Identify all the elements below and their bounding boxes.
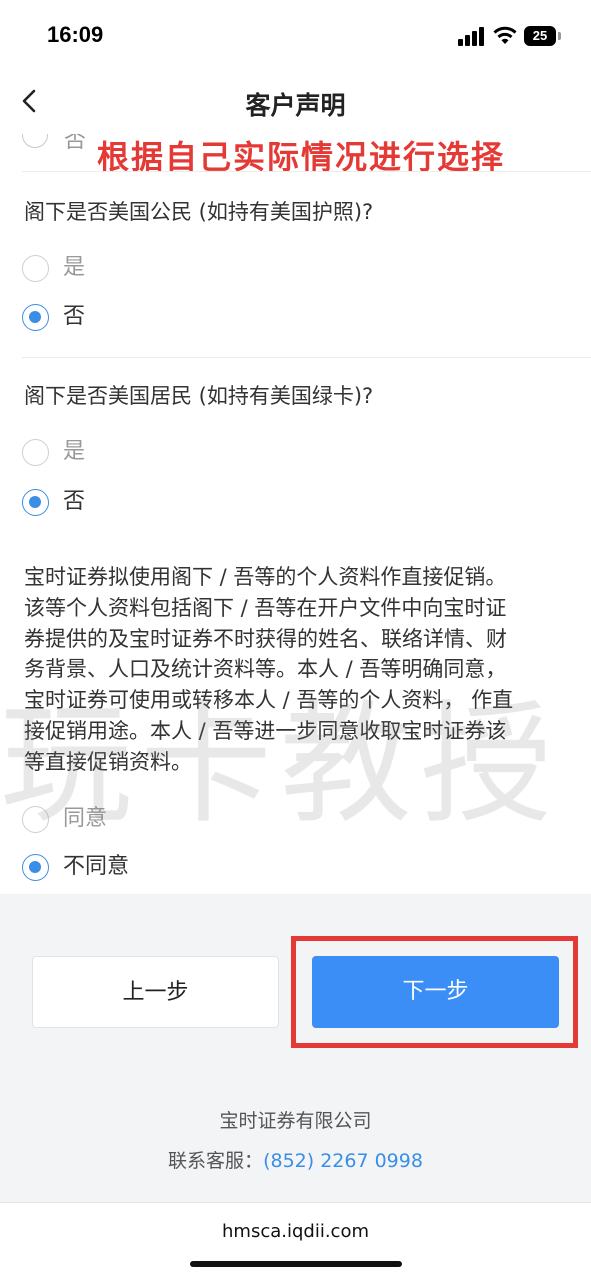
divider (22, 357, 591, 358)
consent-line: 券提供的及宝时证券不时获得的姓名、联络详情、财 (24, 626, 507, 651)
consent-line: 等直接促销资料。 (24, 749, 192, 774)
question-us-citizen: 阁下是否美国公民 (如持有美国护照)? (24, 200, 374, 224)
contact-phone-link[interactable]: (852) 2267 0998 (263, 1150, 423, 1172)
consent-line: 宝时证券拟使用阁下 / 吾等的个人资料作直接促销。 (24, 565, 507, 589)
radio-partial-label: 否 (64, 134, 87, 153)
consent-line: 务背景、人口及统计资料等。本人 / 吾等明确同意， (24, 657, 507, 682)
consent-paragraph: 宝时证券拟使用阁下 / 吾等的个人资料作直接促销。 该等个人资料包括阁下 / 吾… (24, 562, 572, 778)
declaration-form[interactable]: 否 根据自己实际情况进行选择 阁下是否美国公民 (如持有美国护照)? 是 否 阁… (0, 134, 591, 894)
prev-step-button[interactable]: 上一步 (32, 956, 279, 1028)
page-title: 客户声明 (245, 91, 346, 120)
question-us-resident: 阁下是否美国居民 (如持有美国绿卡)? (24, 384, 374, 408)
company-name: 宝时证券有限公司 (219, 1110, 372, 1132)
option-label: 是 (63, 439, 86, 464)
radio-button[interactable] (22, 439, 49, 466)
status-time: 16:09 (47, 22, 104, 47)
radio-partial[interactable] (22, 134, 48, 148)
radio-button[interactable] (22, 255, 49, 282)
consent-line: 宝时证券可使用或转移本人 / 吾等的个人资料， 作直 (24, 688, 514, 713)
home-indicator[interactable] (190, 1261, 402, 1267)
radio-button-selected[interactable] (22, 854, 49, 881)
radio-button-selected[interactable] (22, 489, 49, 516)
option-label: 否 (63, 489, 86, 514)
wifi-icon (493, 26, 517, 44)
highlight-box (291, 936, 578, 1048)
option-label: 是 (63, 255, 86, 280)
bottom-actions: 上一步 下一步 宝时证券有限公司 联系客服：(852) 2267 0998 (0, 894, 591, 1202)
status-bar: 16:09 25 (0, 0, 591, 72)
option-label: 同意 (63, 806, 108, 831)
radio-button-selected[interactable] (22, 304, 49, 331)
contact-info: 联系客服：(852) 2267 0998 (0, 1146, 591, 1173)
browser-address-bar[interactable]: hmsca.iqdii.com (0, 1202, 591, 1281)
radio-button[interactable] (22, 806, 49, 833)
battery-tip (558, 32, 561, 40)
option-label: 否 (63, 304, 86, 329)
consent-line: 接促销用途。本人 / 吾等进一步同意收取宝时证券该 (24, 718, 507, 743)
nav-bar: 客户声明 (0, 72, 591, 134)
contact-label: 联系客服： (168, 1150, 264, 1172)
option-label: 不同意 (63, 854, 130, 879)
battery-icon: 25 (524, 26, 556, 46)
url-text[interactable]: hmsca.iqdii.com (0, 1221, 591, 1242)
consent-line: 该等个人资料包括阁下 / 吾等在开户文件中向宝时证 (24, 595, 507, 620)
divider (22, 171, 591, 172)
cellular-signal-icon (458, 26, 486, 46)
